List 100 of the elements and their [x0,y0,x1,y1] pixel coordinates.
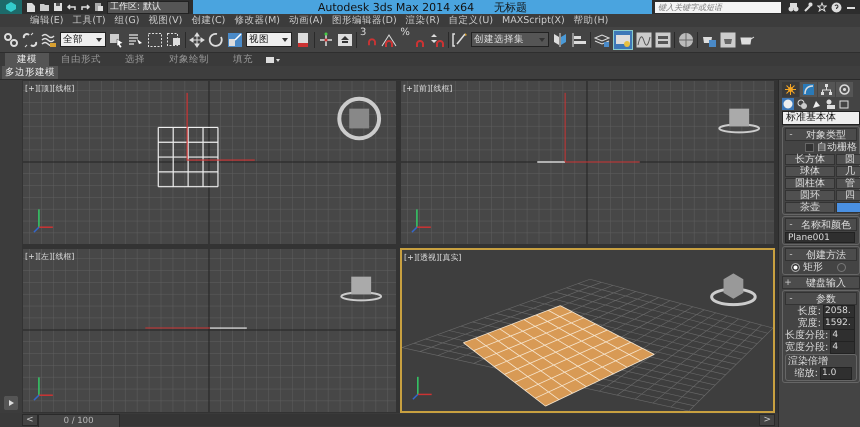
pencil-icon[interactable] [452,32,468,48]
object-type-button[interactable]: 球体 [785,166,835,177]
viewport-label[interactable]: [+][透视][真实] [404,252,462,263]
menu-item[interactable]: 创建(C) [191,14,226,27]
geometry-button[interactable] [782,98,794,110]
menu-item[interactable]: 渲染(R) [406,14,440,27]
radio-button[interactable] [837,263,846,272]
viewport-label[interactable]: [+][前][线框] [403,83,452,94]
viewport[interactable]: [+][顶][线框] [22,80,397,245]
object-type-button[interactable]: 四 [836,190,860,201]
binoculars-icon[interactable] [788,2,799,12]
undo-icon[interactable] [66,2,77,12]
schematic-view-icon[interactable] [654,32,671,48]
menu-item[interactable]: 编辑(E) [30,14,64,27]
ribbon-tab[interactable]: 自由形式 [49,53,113,66]
menu-item[interactable]: 动画(A) [289,14,323,27]
object-type-button[interactable]: 管 [836,178,860,189]
ribbon-panel-tab[interactable]: 多边形建模 [2,66,58,79]
rotate-icon[interactable] [208,32,224,48]
move-icon[interactable] [189,32,205,48]
list-cursor-icon[interactable] [128,32,144,48]
helper-icon[interactable] [839,98,850,110]
ribbon-tab[interactable]: 建模 [5,53,49,66]
number-field[interactable]: 4 [830,341,855,354]
menu-item[interactable]: 图形编辑器(D) [332,14,397,27]
new-file-icon[interactable] [26,2,36,12]
shapes-icon[interactable] [797,98,808,110]
object-type-button[interactable]: 茶壶 [785,202,835,213]
folder-icon[interactable] [39,2,50,12]
menu-item[interactable]: 工具(T) [72,14,106,27]
rollout-toggle[interactable]: - [786,130,796,140]
search-field[interactable]: 键入关键字或短语 [655,2,781,12]
star-icon[interactable] [817,2,827,12]
spinner-snap-icon[interactable] [428,32,445,48]
autogrid-checkbox[interactable] [805,143,814,152]
dropdown-icon[interactable] [265,56,281,64]
motion-tab[interactable] [836,82,853,97]
object-type-button[interactable]: 圆柱体 [785,178,835,189]
viewport[interactable]: [+][左][线框] [22,248,397,413]
time-slider-thumb[interactable]: 0 / 100 [38,414,120,427]
coordinate-system-dropdown[interactable]: 视图 [246,32,292,47]
render-frame-icon[interactable] [720,32,736,48]
ribbon-tab[interactable]: 填充 [221,53,265,66]
hierarchy-tab[interactable] [818,82,835,97]
number-field[interactable]: 2058. [823,305,855,318]
wave-icon[interactable] [41,32,57,48]
object-type-button[interactable]: 圆环 [785,190,835,201]
mirror-icon[interactable] [552,32,568,48]
named-selection-dropdown[interactable]: 创建选择集 [470,32,549,47]
viewport[interactable]: [+][前][线框] [400,80,775,245]
snap-toggle-label[interactable]: 3 [360,27,366,38]
rollout-header[interactable]: - 创建方法 [785,248,857,261]
selection-filter-dropdown[interactable]: 全部 [60,32,106,47]
scene-explorer-button[interactable] [612,30,633,50]
number-field[interactable]: 1592. [823,317,855,330]
menu-item[interactable]: 帮助(H) [574,14,608,27]
sphere-grid-icon[interactable] [678,32,694,48]
number-field[interactable]: 1.0 [820,367,852,380]
category-dropdown[interactable]: 标准基本体 [782,111,860,125]
percent-snap-label[interactable]: % [400,27,410,38]
menu-item[interactable]: 视图(V) [148,14,182,27]
axis-tripod-icon[interactable] [318,32,334,48]
menu-item[interactable]: 组(G) [114,14,140,27]
rollout-toggle[interactable]: + [783,278,793,288]
create-tab[interactable] [782,82,799,97]
camera-icon[interactable] [825,98,836,110]
previous-frame-button[interactable]: < [22,414,38,426]
viewport-label[interactable]: [+][左][线框] [25,251,74,262]
viewport[interactable]: [+][透视][真实] [400,248,775,413]
dashed-rectangle-icon[interactable] [147,32,163,48]
rollout-header[interactable]: - 对象类型 [785,128,857,141]
rollout-toggle[interactable]: - [786,294,796,304]
object-type-button[interactable]: 几 [836,166,860,177]
link-icon[interactable] [3,32,19,48]
scale-icon[interactable] [227,32,243,48]
ribbon-tab[interactable]: 选择 [113,53,157,66]
object-type-button[interactable] [836,202,860,213]
number-field[interactable]: 4 [830,329,855,342]
rollout-header[interactable]: + 键盘输入 [782,276,860,289]
align-icon[interactable] [570,32,587,48]
radio-button[interactable] [791,263,800,272]
ribbon-tab[interactable]: 对象绘制 [157,53,221,66]
layers-icon[interactable] [594,32,610,48]
viewport-label[interactable]: [+][顶][线框] [25,83,74,94]
broken-link-icon[interactable] [22,32,38,48]
curve-editor-icon[interactable] [636,32,652,48]
rollout-toggle[interactable]: - [786,250,796,260]
modify-tab[interactable] [800,82,817,97]
menu-item[interactable]: 修改器(M) [234,14,280,27]
next-frame-button[interactable]: > [759,414,775,426]
save-icon[interactable] [53,2,63,12]
rollout-toggle[interactable]: - [786,220,796,230]
rollout-header[interactable]: - 名称和颜色 [785,218,857,231]
help-icon[interactable] [831,2,842,12]
menu-item[interactable]: 自定义(U) [448,14,494,27]
name-field[interactable]: Plane001 [785,232,855,243]
object-type-button[interactable]: 长方体 [785,154,835,165]
redo-icon[interactable] [80,2,91,12]
cursor-icon[interactable] [109,32,125,48]
object-type-button[interactable]: 圆 [836,154,860,165]
